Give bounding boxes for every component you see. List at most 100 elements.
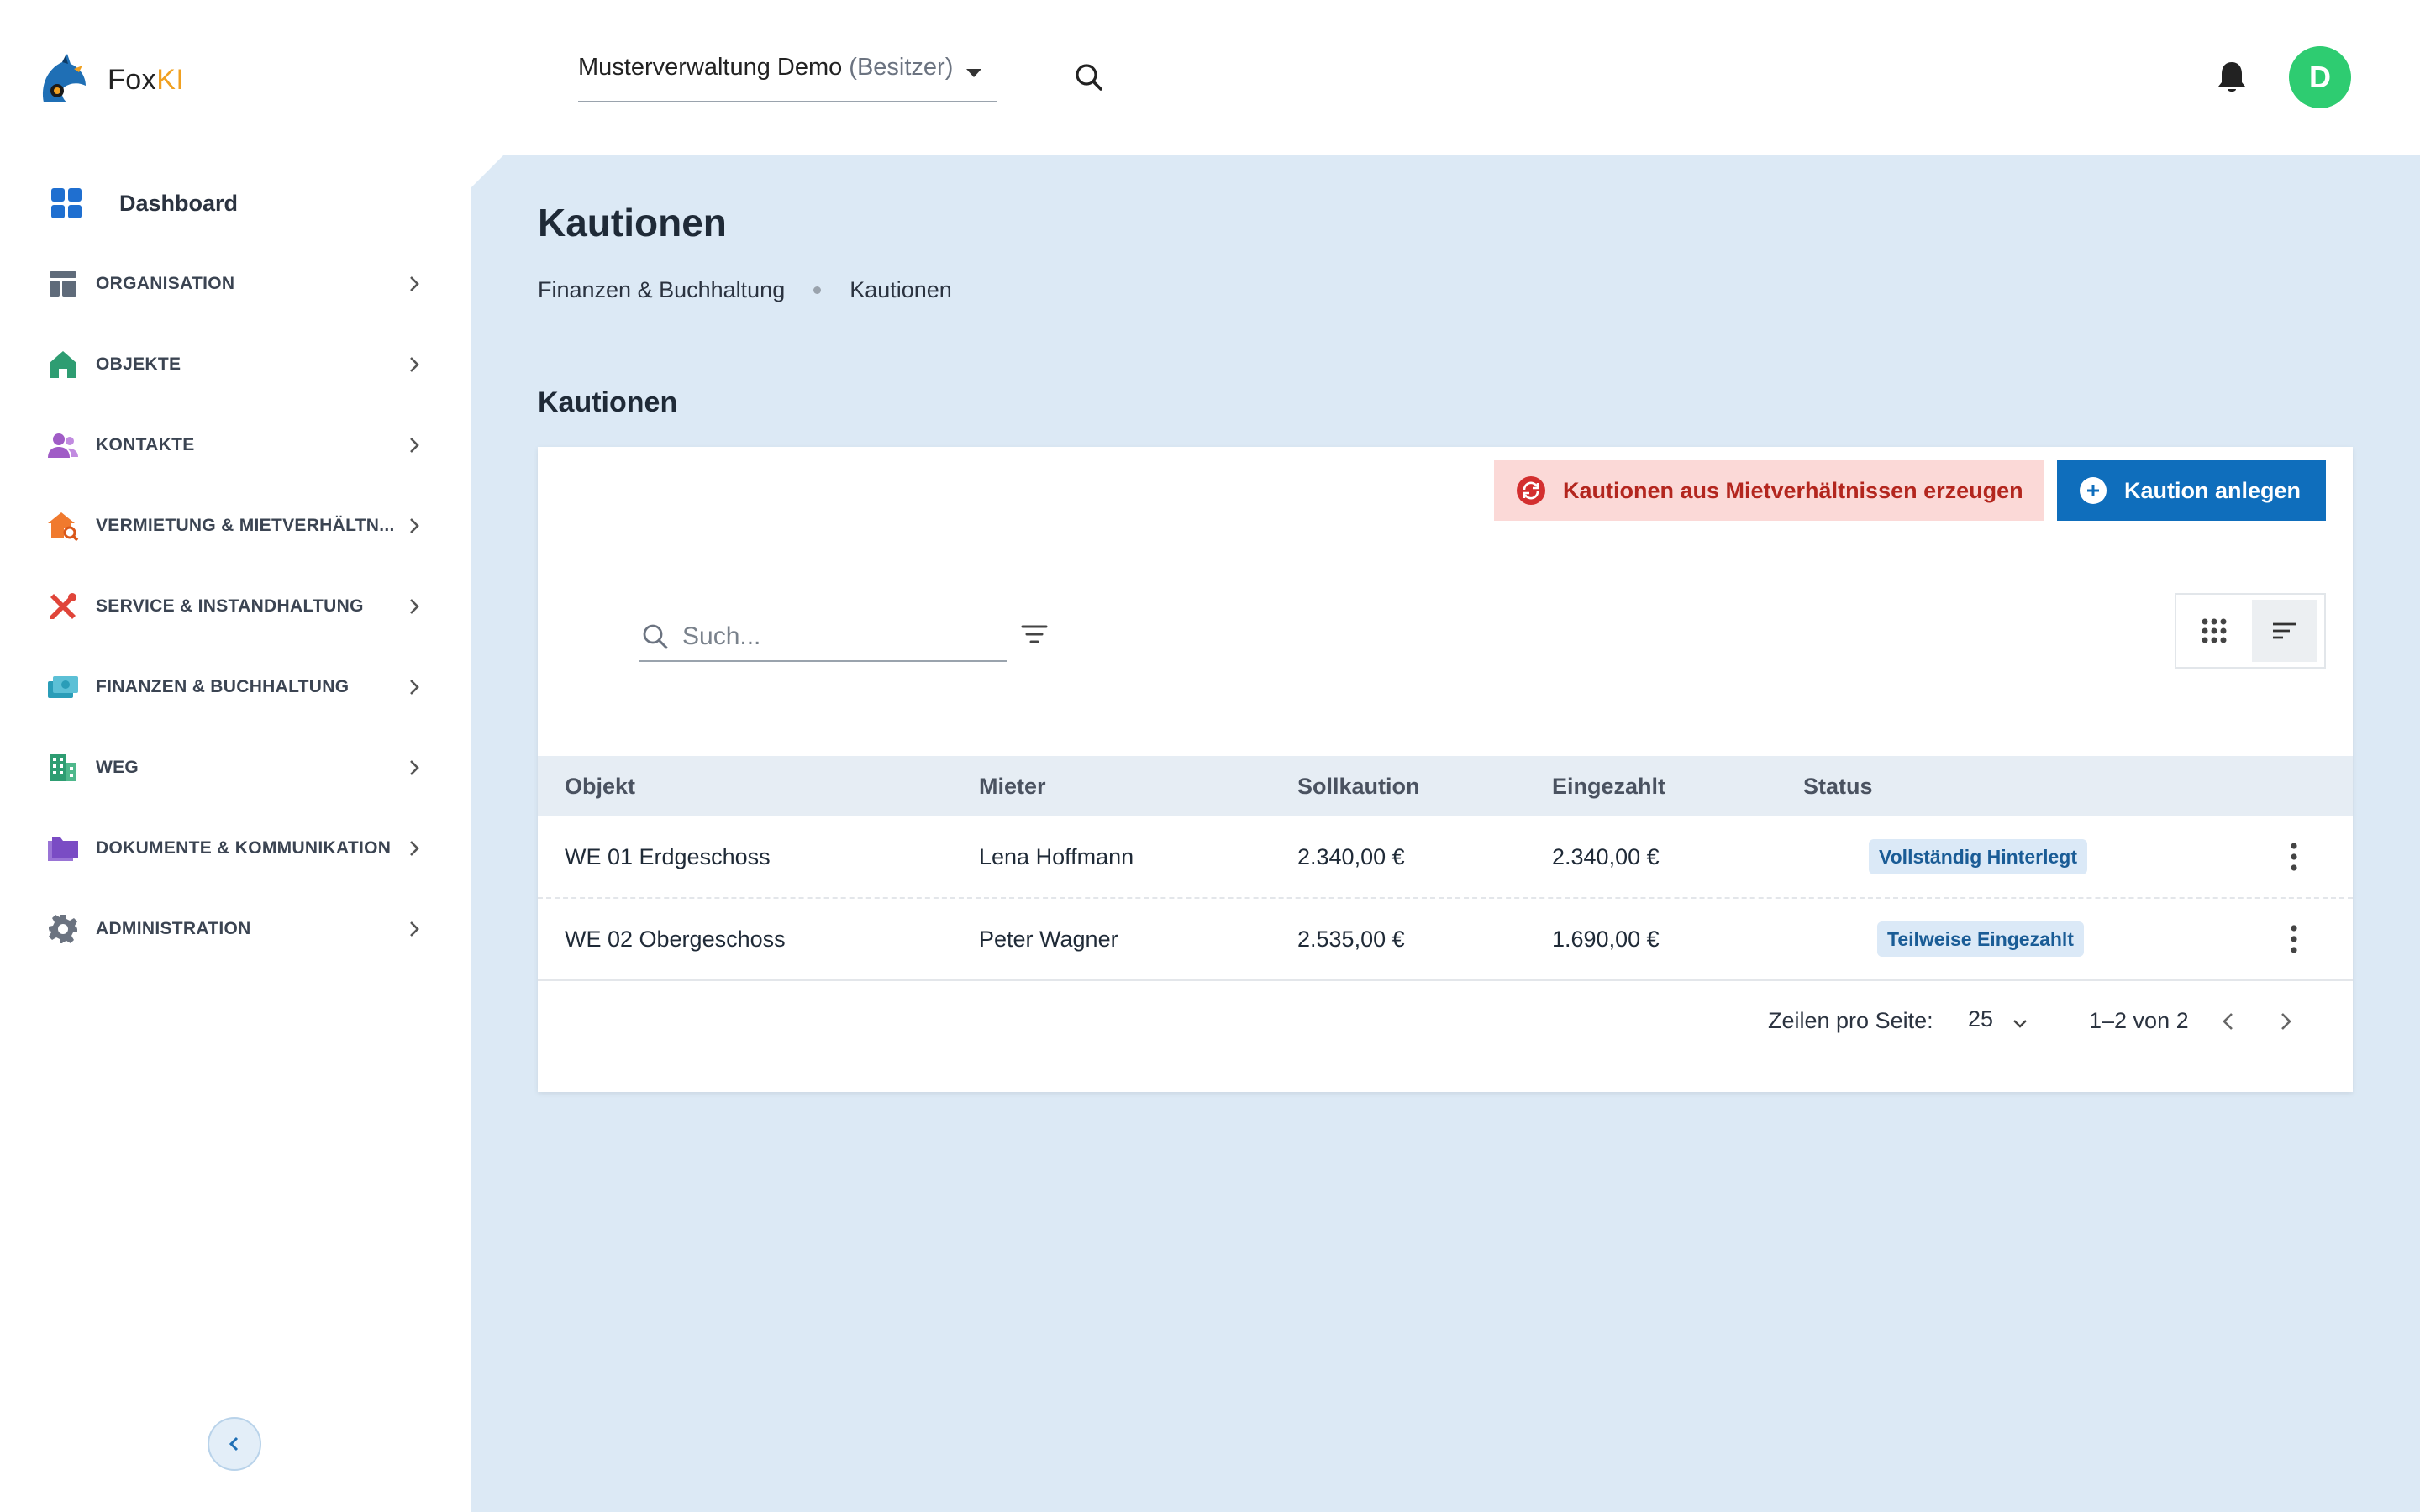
rows-per-page-select[interactable]: 25	[1968, 1006, 1993, 1032]
layout-icon	[50, 271, 76, 297]
more-vertical-icon[interactable]	[2282, 840, 2306, 874]
column-header-status[interactable]: Status	[1803, 774, 1873, 800]
sidebar-item-label: ADMINISTRATION	[96, 919, 251, 938]
cell-objekt: WE 02 Obergeschoss	[565, 926, 786, 952]
logo-text: FoxKI	[108, 63, 185, 96]
sidebar-item-dokumente[interactable]: DOKUMENTE & KOMMUNIKATION	[0, 808, 471, 889]
cell-mieter: Lena Hoffmann	[979, 843, 1134, 869]
more-vertical-icon[interactable]	[2282, 922, 2306, 956]
sidebar-item-service[interactable]: SERVICE & INSTANDHALTUNG	[0, 566, 471, 647]
column-header-mieter[interactable]: Mieter	[979, 774, 1046, 800]
generate-deposits-button[interactable]: Kautionen aus Mietverhältnissen erzeugen	[1494, 460, 2044, 521]
chevron-down-icon[interactable]	[2010, 1013, 2030, 1033]
sidebar-collapse-button[interactable]	[208, 1417, 261, 1471]
breadcrumb-separator	[813, 286, 822, 294]
chevron-right-icon	[410, 760, 419, 775]
sidebar-item-objekte[interactable]: OBJEKTE	[0, 324, 471, 405]
status-badge: Teilweise Eingezahlt	[1877, 921, 2084, 957]
money-icon	[48, 676, 78, 698]
column-header-objekt[interactable]: Objekt	[565, 774, 635, 800]
building-icon	[50, 754, 76, 781]
cell-sollkaution: 2.340,00 €	[1297, 843, 1405, 869]
sidebar-item-label: WEG	[96, 758, 139, 777]
sidebar-item-label: SERVICE & INSTANDHALTUNG	[96, 596, 364, 616]
chevron-right-icon	[410, 841, 419, 856]
chevron-right-icon	[410, 438, 419, 453]
chevron-right-icon	[410, 599, 419, 614]
chevron-right-icon	[410, 921, 419, 937]
list-view-button[interactable]	[2252, 600, 2317, 662]
home-search-icon	[48, 512, 79, 542]
logo[interactable]: FoxKI	[37, 52, 184, 108]
next-page-icon[interactable]	[2272, 1008, 2299, 1035]
column-header-eingezahlt[interactable]: Eingezahlt	[1552, 774, 1665, 800]
section-title: Kautionen	[538, 386, 678, 418]
sidebar-item-vermietung[interactable]: VERMIETUNG & MIETVERHÄLTN...	[0, 486, 471, 566]
sidebar-item-label: VERMIETUNG & MIETVERHÄLTN...	[96, 516, 395, 535]
sidebar-item-label: OBJEKTE	[96, 354, 182, 374]
sidebar-nav: Dashboard ORGANISATION OBJEKTE KONTAKTE …	[0, 163, 471, 969]
sidebar-item-organisation[interactable]: ORGANISATION	[0, 244, 471, 324]
list-lines-icon	[2273, 622, 2296, 639]
rows-per-page-label: Zeilen pro Seite:	[1768, 1008, 1933, 1033]
search-icon	[643, 624, 668, 649]
filter-icon[interactable]	[1018, 618, 1050, 650]
home-icon	[50, 351, 76, 378]
cell-objekt: WE 01 Erdgeschoss	[565, 843, 771, 869]
grid-dots-icon	[2202, 618, 2227, 643]
people-icon	[48, 433, 78, 458]
dashboard-grid-icon	[51, 188, 82, 218]
organization-role: (Besitzer)	[849, 54, 954, 81]
breadcrumb-current: Kautionen	[850, 277, 952, 302]
deposits-table: Objekt Mieter Sollkaution Eingezahlt Sta…	[538, 756, 2353, 981]
chevron-right-icon	[410, 680, 419, 695]
cell-eingezahlt: 2.340,00 €	[1552, 843, 1660, 869]
chevron-left-icon	[229, 1436, 239, 1452]
grid-view-button[interactable]	[2181, 600, 2247, 662]
chevron-right-icon	[410, 276, 419, 291]
plus-circle-icon	[2080, 477, 2107, 504]
sidebar-item-weg[interactable]: WEG	[0, 727, 471, 808]
breadcrumb: Finanzen & Buchhaltung Kautionen	[538, 277, 952, 303]
pagination-range: 1–2 von 2	[2089, 1008, 2189, 1033]
chevron-right-icon	[410, 357, 419, 372]
chevron-right-icon	[410, 518, 419, 533]
pagination: Zeilen pro Seite: 25 1–2 von 2	[538, 988, 2353, 1055]
sidebar-item-label: FINANZEN & BUCHHALTUNG	[96, 677, 350, 696]
column-header-sollkaution[interactable]: Sollkaution	[1297, 774, 1420, 800]
table-row[interactable]: WE 01 Erdgeschoss Lena Hoffmann 2.340,00…	[538, 816, 2353, 899]
deposits-card: Kautionen aus Mietverhältnissen erzeugen…	[538, 447, 2353, 1092]
folders-icon	[48, 837, 78, 861]
search-input[interactable]	[682, 622, 985, 651]
caret-down-icon	[966, 69, 981, 77]
search-icon[interactable]	[1072, 60, 1106, 94]
cell-mieter: Peter Wagner	[979, 926, 1118, 952]
sidebar-item-label: Dashboard	[119, 190, 239, 216]
cell-eingezahlt: 1.690,00 €	[1552, 926, 1660, 952]
table-row[interactable]: WE 02 Obergeschoss Peter Wagner 2.535,00…	[538, 899, 2353, 981]
table-search	[639, 613, 1007, 662]
sidebar-item-kontakte[interactable]: KONTAKTE	[0, 405, 471, 486]
add-deposit-button[interactable]: Kaution anlegen	[2057, 460, 2326, 521]
sidebar-item-administration[interactable]: ADMINISTRATION	[0, 889, 471, 969]
avatar[interactable]: D	[2289, 46, 2351, 108]
gear-icon	[49, 915, 77, 943]
page-title: Kautionen	[538, 201, 727, 244]
sidebar: FoxKI Dashboard ORGANISATION OBJEKTE KON…	[0, 0, 471, 1512]
add-deposit-label: Kaution anlegen	[2124, 477, 2302, 503]
cell-sollkaution: 2.535,00 €	[1297, 926, 1405, 952]
sync-icon	[1517, 476, 1545, 505]
tools-icon	[50, 593, 76, 619]
sidebar-item-label: KONTAKTE	[96, 435, 195, 454]
breadcrumb-link-finanzen[interactable]: Finanzen & Buchhaltung	[538, 277, 785, 303]
status-badge: Vollständig Hinterlegt	[1869, 839, 2087, 874]
organization-name: Musterverwaltung Demo	[578, 54, 843, 81]
sidebar-item-dashboard[interactable]: Dashboard	[0, 163, 471, 244]
sidebar-item-finanzen[interactable]: FINANZEN & BUCHHALTUNG	[0, 647, 471, 727]
view-toggle	[2175, 593, 2326, 669]
organization-select[interactable]: Musterverwaltung Demo (Besitzer)	[578, 47, 997, 102]
bell-icon[interactable]	[2215, 59, 2249, 96]
prev-page-icon[interactable]	[2215, 1008, 2242, 1035]
sidebar-item-label: ORGANISATION	[96, 274, 235, 293]
sidebar-item-label: DOKUMENTE & KOMMUNIKATION	[96, 838, 392, 858]
